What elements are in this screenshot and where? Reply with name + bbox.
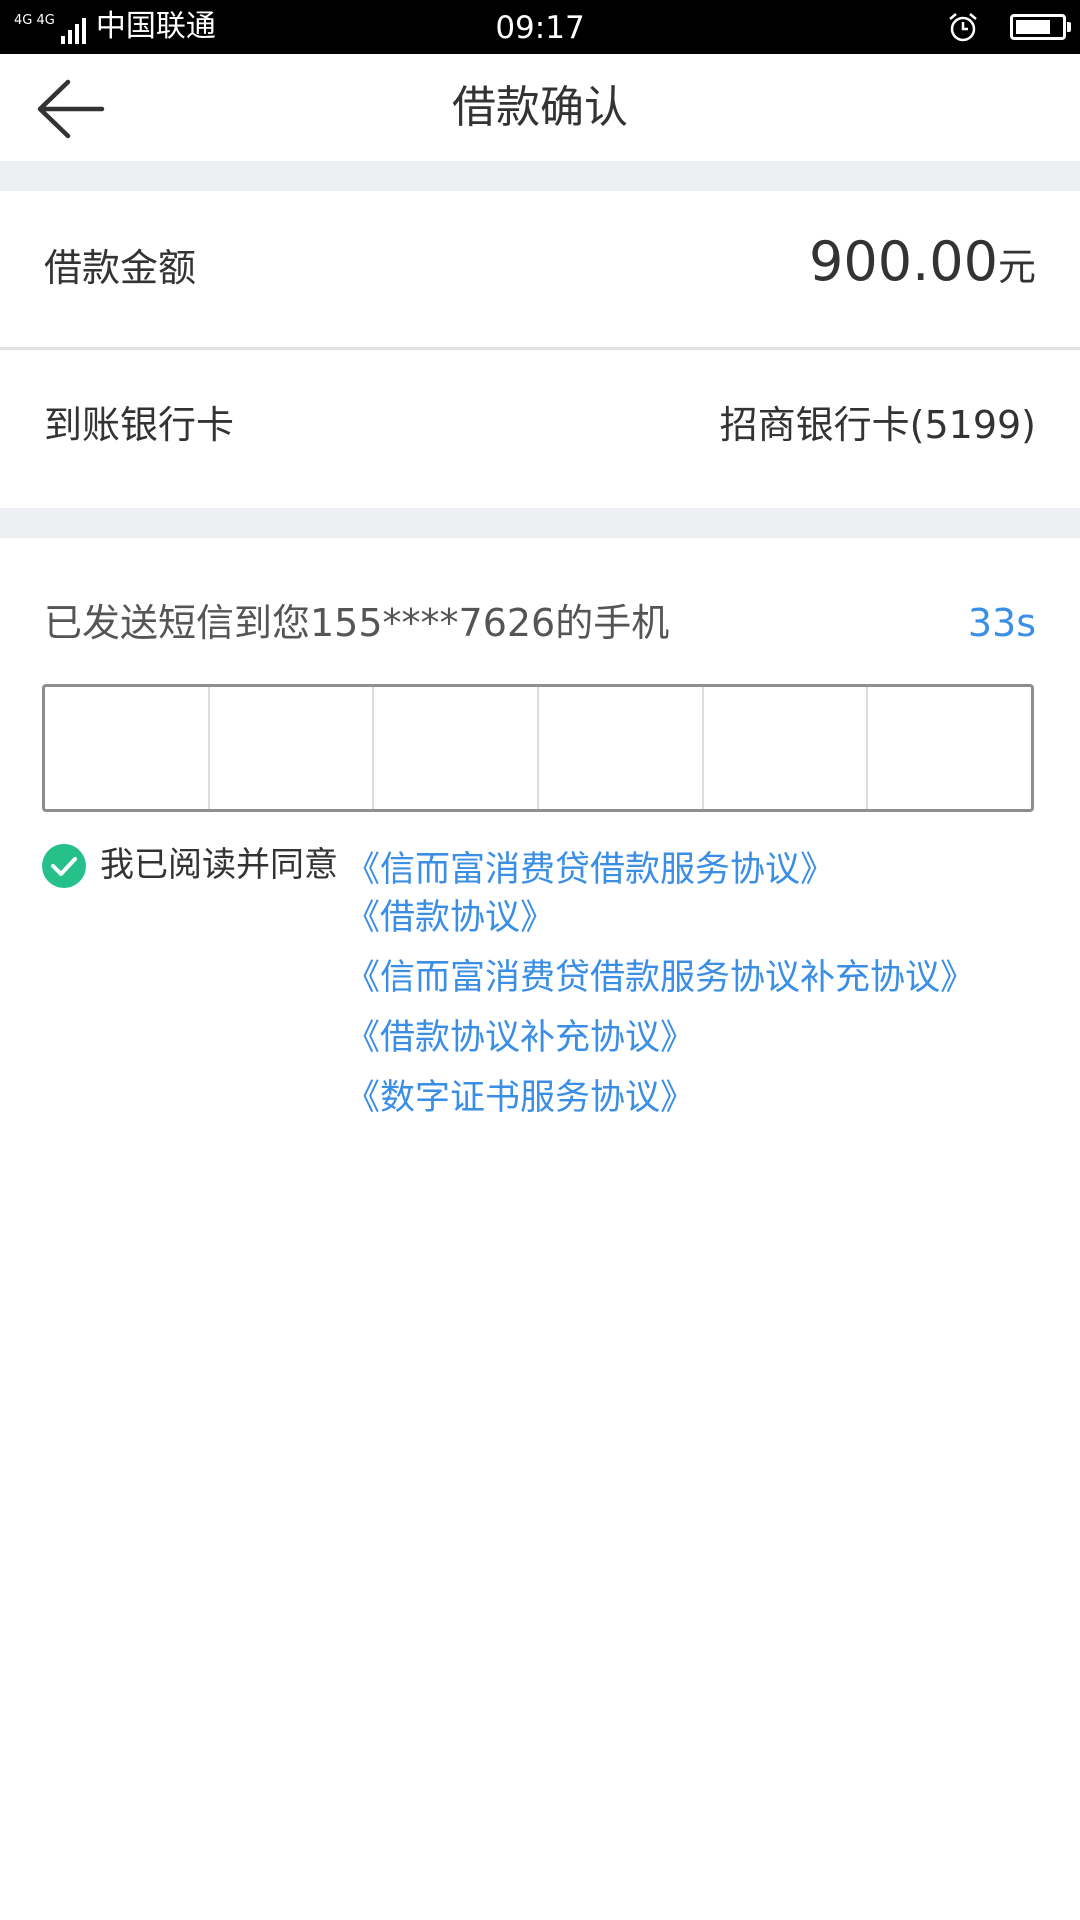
code-digit-cell[interactable]: [210, 687, 375, 809]
section-separator: [0, 161, 1080, 191]
battery-icon: [1010, 14, 1071, 40]
agreement-links: 《信而富消费贷借款服务协议》 《借款协议》 《信而富消费贷借款服务协议补充协议》…: [345, 846, 975, 1134]
sms-code-input[interactable]: [42, 684, 1034, 812]
page-title: 借款确认: [452, 82, 628, 133]
status-bar: 4G 4G 中国联通 09:17: [0, 0, 1080, 54]
section-separator: [0, 508, 1080, 538]
sms-sent-message: 已发送短信到您155****7626的手机: [44, 601, 670, 645]
loan-amount-unit: 元: [997, 245, 1036, 289]
code-digit-cell[interactable]: [539, 687, 704, 809]
agree-checkbox[interactable]: [42, 844, 86, 888]
loan-amount-value: 900.00: [809, 230, 998, 293]
bank-card-row: 到账银行卡 招商银行卡(5199): [0, 350, 1080, 508]
code-digit-cell[interactable]: [704, 687, 869, 809]
bank-card-value: 招商银行卡(5199): [719, 403, 1036, 447]
loan-amount-label: 借款金额: [44, 246, 197, 290]
loan-amount-row: 借款金额 900.00元: [0, 191, 1080, 349]
status-right: [946, 0, 1071, 54]
status-time: 09:17: [495, 10, 585, 46]
nav-bar: 借款确认: [0, 54, 1080, 161]
loan-amount-value-group: 900.00元: [809, 227, 1036, 310]
agree-prefix-text: 我已阅读并同意: [100, 845, 338, 885]
bank-card-label: 到账银行卡: [44, 403, 235, 447]
code-digit-cell[interactable]: [374, 687, 540, 809]
checkmark-icon: [51, 857, 77, 876]
resend-countdown[interactable]: 33s: [968, 598, 1036, 648]
code-digit-cell[interactable]: [868, 687, 1031, 809]
code-digit-cell[interactable]: [45, 687, 210, 809]
agreement-link-digital-certificate[interactable]: 《数字证书服务协议》: [345, 1062, 975, 1134]
alarm-icon: [949, 13, 977, 42]
